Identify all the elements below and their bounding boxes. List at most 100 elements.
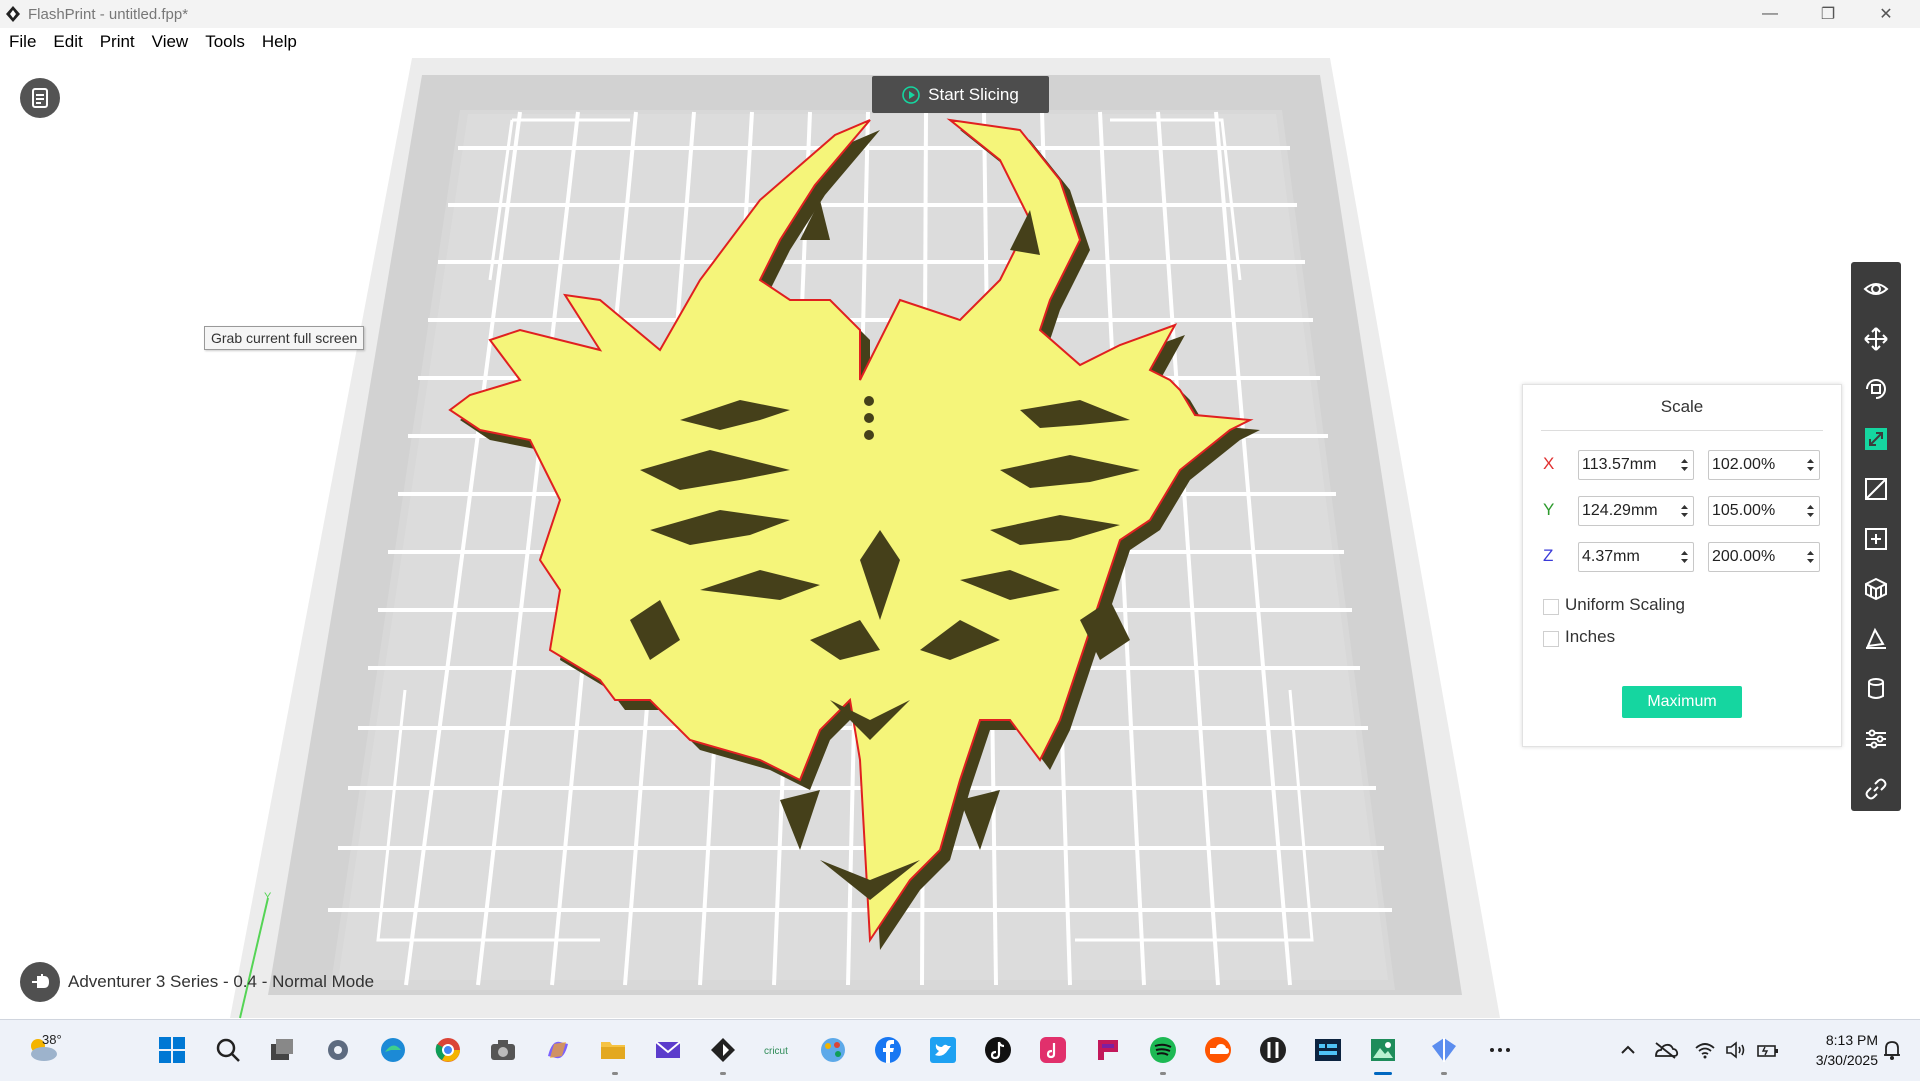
minimize-button[interactable]: — (1742, 0, 1798, 28)
tray-overflow[interactable] (1612, 1034, 1644, 1066)
close-button[interactable]: ✕ (1858, 0, 1914, 28)
restore-button[interactable]: ❐ (1800, 0, 1856, 28)
machine-connect-button[interactable] (20, 962, 60, 1002)
y-percent-value: 105.00% (1712, 502, 1776, 519)
taskbar-twitter[interactable] (927, 1034, 959, 1066)
taskbar-flashprint[interactable] (707, 1034, 739, 1066)
y-percent-input[interactable]: 105.00% (1708, 496, 1820, 526)
taskbar-copilot[interactable] (542, 1034, 574, 1066)
menu-tools[interactable]: Tools (205, 32, 245, 52)
tray-wifi[interactable] (1689, 1034, 1721, 1066)
start-slicing-button[interactable]: Start Slicing (872, 76, 1049, 113)
tray-battery[interactable] (1752, 1034, 1784, 1066)
clock-time[interactable]: 8:13 PM (1800, 1032, 1878, 1048)
taskbar-camera[interactable] (487, 1034, 519, 1066)
taskbar-soundcloud[interactable] (1202, 1034, 1234, 1066)
taskbar-app-dark[interactable] (1257, 1034, 1289, 1066)
taskbar-cricut[interactable]: cricut (762, 1034, 794, 1066)
task-view-icon (271, 1039, 293, 1060)
menu-print[interactable]: Print (100, 32, 135, 52)
cricut-icon: cricut (762, 1040, 794, 1060)
x-size-value: 113.57mm (1582, 456, 1657, 473)
tray-notifications[interactable] (1876, 1034, 1908, 1066)
settings-button[interactable] (1851, 716, 1901, 762)
cut-button[interactable] (1851, 466, 1901, 512)
onedrive-icon (1655, 1042, 1679, 1059)
taskbar-terminal[interactable] (1312, 1034, 1344, 1066)
app-icon (1260, 1037, 1286, 1063)
add-object-icon (1865, 528, 1887, 550)
view-button[interactable] (1851, 266, 1901, 312)
start-icon (159, 1037, 185, 1063)
supports-button[interactable] (1851, 566, 1901, 612)
taskbar-app-pink[interactable] (1037, 1034, 1069, 1066)
start-slicing-label: Start Slicing (928, 84, 1019, 104)
taskbar-more[interactable] (1484, 1034, 1516, 1066)
z-axis-label: Z (1543, 546, 1554, 565)
taskbar-mail[interactable] (652, 1034, 684, 1066)
file-explorer-icon (601, 1042, 625, 1059)
move-button[interactable] (1851, 316, 1901, 362)
uniform-scaling-checkbox[interactable] (1543, 599, 1559, 615)
title-bar: FlashPrint - untitled.fpp* — ❐ ✕ (0, 0, 1920, 28)
taskbar-settings[interactable] (322, 1034, 354, 1066)
x-percent-value: 102.00% (1712, 456, 1776, 473)
taskbar-tiktok[interactable] (982, 1034, 1014, 1066)
task-view-button[interactable] (266, 1034, 298, 1066)
flashprint-app-icon (6, 6, 20, 22)
menu-edit[interactable]: Edit (53, 32, 82, 52)
menu-help[interactable]: Help (262, 32, 297, 52)
terminal-icon (1315, 1039, 1341, 1061)
scale-panel-title: Scale (1660, 397, 1704, 416)
taskbar-facebook[interactable] (872, 1034, 904, 1066)
file-list-button[interactable] (20, 78, 60, 118)
svg-text:cricut: cricut (764, 1046, 788, 1057)
running-indicator (720, 1072, 726, 1075)
supports-icon (1865, 577, 1887, 601)
window-title: FlashPrint - untitled.fpp* (28, 6, 189, 23)
more-icon (1490, 1048, 1510, 1052)
inches-label: Inches (1565, 627, 1616, 646)
clock-date[interactable]: 3/30/2025 (1790, 1052, 1878, 1068)
lay-flat-button[interactable] (1851, 616, 1901, 662)
maximum-button[interactable]: Maximum (1622, 686, 1742, 718)
menu-file[interactable]: File (9, 32, 36, 52)
plug-icon (32, 974, 50, 988)
taskbar-spotify[interactable] (1147, 1034, 1179, 1066)
y-size-input[interactable]: 124.29mm (1578, 496, 1694, 526)
start-button[interactable] (156, 1034, 188, 1066)
hollow-button[interactable] (1851, 666, 1901, 712)
taskbar-paint[interactable] (817, 1034, 849, 1066)
scale-button[interactable] (1851, 416, 1901, 462)
edge-icon (381, 1038, 405, 1062)
x-size-input[interactable]: 113.57mm (1578, 450, 1694, 480)
rotate-icon (1866, 379, 1886, 399)
spotify-icon (1150, 1037, 1176, 1063)
3d-viewport[interactable]: Y Start Slicing Grab current full screen… (0, 56, 1920, 1019)
facebook-icon (875, 1037, 901, 1063)
taskbar-photos[interactable] (1367, 1034, 1399, 1066)
taskbar-edge[interactable] (377, 1034, 409, 1066)
link-button[interactable] (1851, 766, 1901, 812)
search-button[interactable] (212, 1034, 244, 1066)
menu-bar: File Edit Print View Tools Help (0, 28, 1920, 57)
taskbar-chrome[interactable] (432, 1034, 464, 1066)
right-toolbar (1851, 262, 1901, 811)
z-size-input[interactable]: 4.37mm (1578, 542, 1694, 572)
x-percent-input[interactable]: 102.00% (1708, 450, 1820, 480)
running-indicator (612, 1072, 618, 1075)
y-axis-label: Y (264, 891, 272, 903)
z-percent-input[interactable]: 200.00% (1708, 542, 1820, 572)
menu-view[interactable]: View (152, 32, 189, 52)
taskbar-pocketcasts[interactable] (1092, 1034, 1124, 1066)
chevron-up-icon (1621, 1045, 1635, 1054)
rotate-button[interactable] (1851, 366, 1901, 412)
tray-onedrive[interactable] (1650, 1034, 1682, 1066)
taskbar-file-explorer[interactable] (597, 1034, 629, 1066)
add-object-button[interactable] (1851, 516, 1901, 562)
tray-volume[interactable] (1720, 1034, 1752, 1066)
inches-checkbox[interactable] (1543, 631, 1559, 647)
sketch-icon (1432, 1038, 1456, 1062)
taskbar-sketch[interactable] (1428, 1034, 1460, 1066)
machine-status-label: Adventurer 3 Series - 0.4 - Normal Mode (68, 972, 375, 991)
